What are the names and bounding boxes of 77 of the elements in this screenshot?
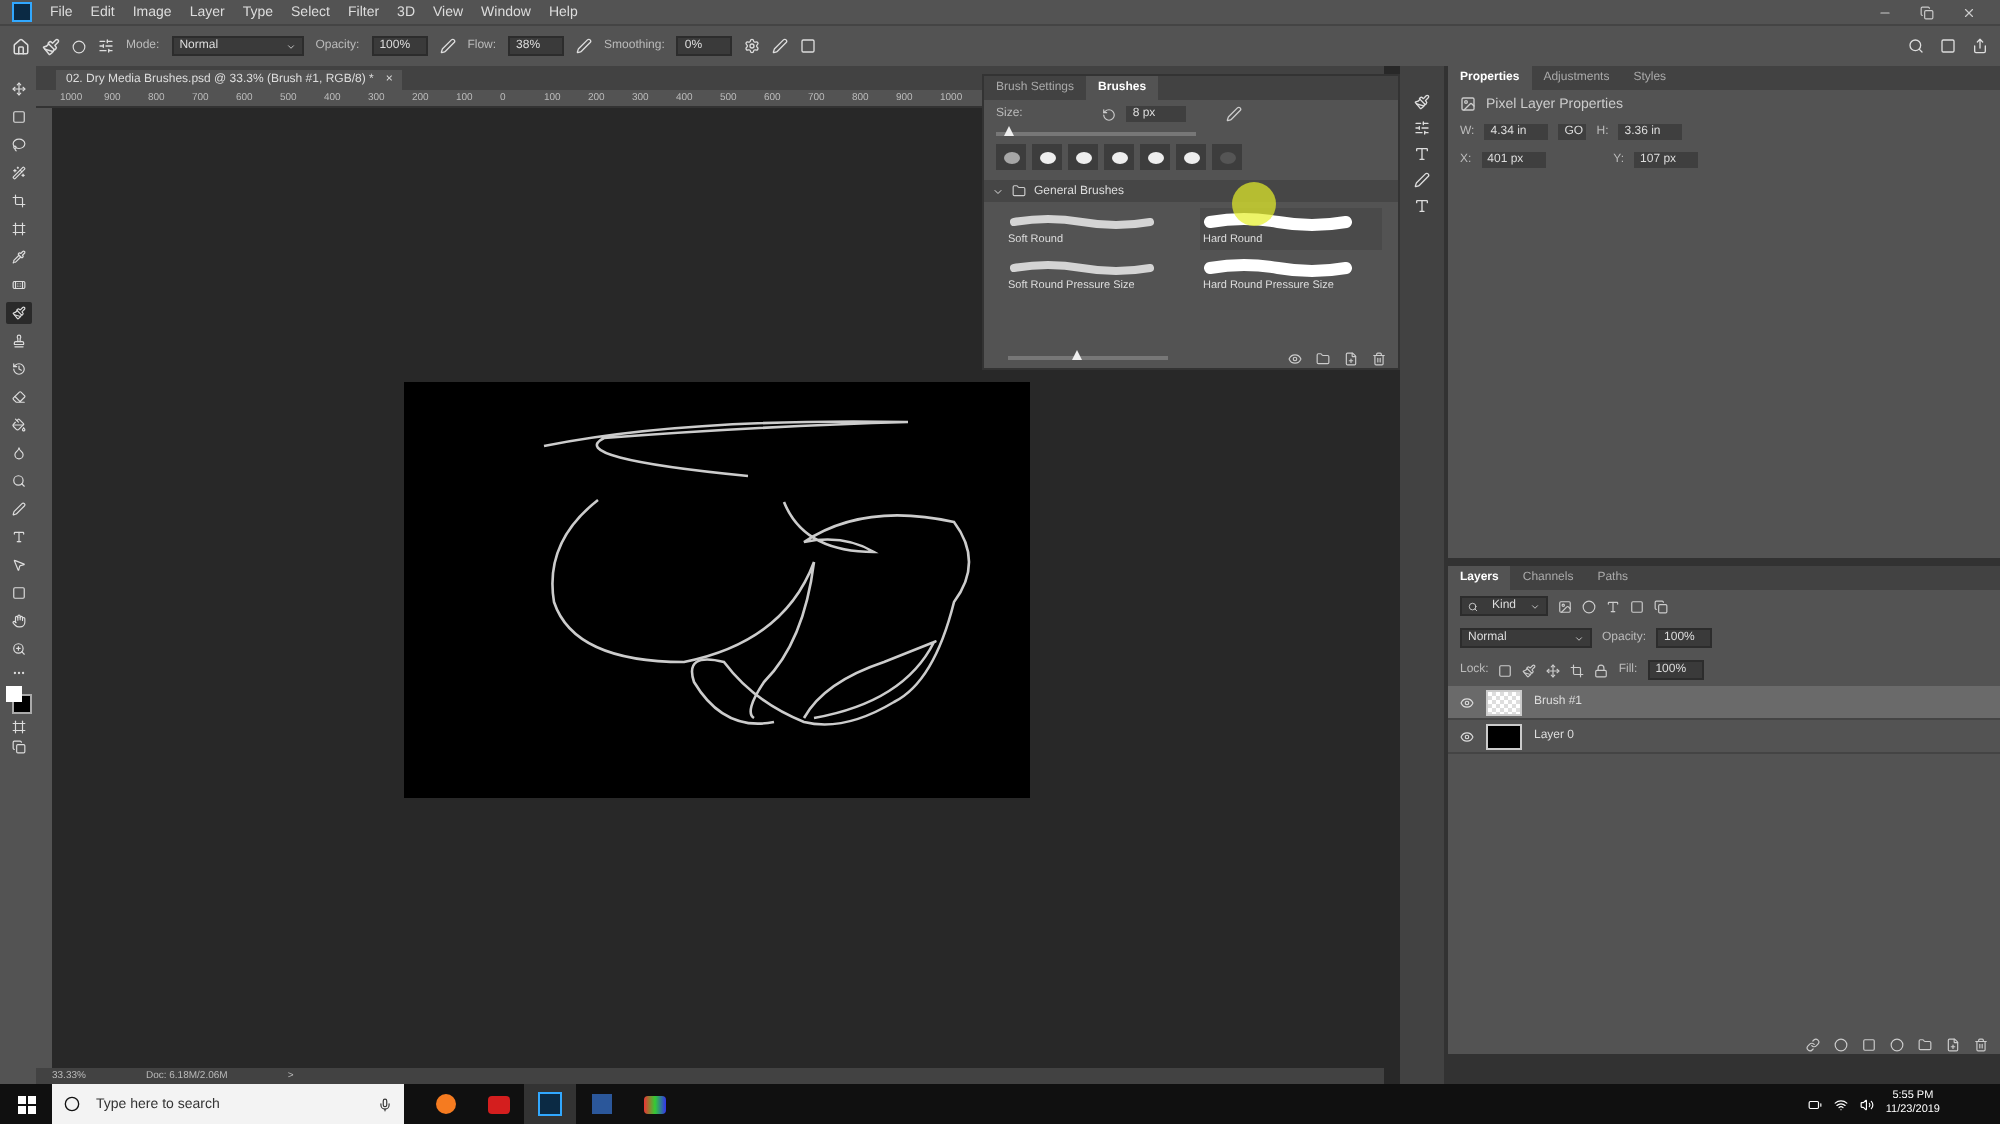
tool-button[interactable]: [5, 302, 31, 324]
stamp-icon: [11, 334, 25, 348]
link-icon: [1806, 1037, 1820, 1051]
brush-settings-icon[interactable]: [1414, 94, 1430, 110]
home-icon[interactable]: [12, 37, 30, 55]
lock-icon: [1594, 663, 1609, 677]
slider-thumb[interactable]: [1004, 126, 1014, 136]
caret-icon: [1574, 633, 1584, 643]
brush-icon[interactable]: [42, 37, 60, 55]
zoom-icon: [11, 642, 25, 656]
pointer-icon: [11, 558, 25, 572]
pixel-layer-icon: [1460, 96, 1476, 112]
character-icon[interactable]: [1414, 146, 1430, 162]
frame-icon: [11, 222, 25, 236]
lock-brush-icon: [1522, 663, 1537, 677]
lock-position-icon: [1546, 663, 1561, 677]
recent-brush-icon[interactable]: [996, 144, 1026, 170]
lasso-icon: [11, 138, 25, 152]
crop-icon: [11, 194, 25, 208]
recent-brush-icon[interactable]: [1032, 144, 1062, 170]
chevron-icon[interactable]: [992, 185, 1004, 197]
battery-icon: [1807, 1097, 1822, 1111]
eye-icon[interactable]: [1460, 695, 1474, 709]
move-icon: [11, 82, 25, 96]
brush-stroke-icon: [1203, 258, 1351, 278]
recent-brush-icon[interactable]: [1068, 144, 1098, 170]
new-layer-icon: [1946, 1037, 1960, 1051]
trash-icon: [1974, 1037, 1988, 1051]
color-swatch-icon[interactable]: [5, 686, 31, 714]
image-filter-icon: [1558, 599, 1572, 613]
restore-icon[interactable]: [1920, 5, 1934, 19]
close-icon[interactable]: [1962, 5, 1976, 19]
brush-icon: [11, 306, 25, 320]
brush-stroke-icon: [1008, 258, 1156, 278]
layer-thumbnail: [1486, 689, 1522, 715]
wand-icon: [11, 166, 25, 180]
shape-filter-icon: [1630, 599, 1644, 613]
reset-icon: [1102, 107, 1117, 121]
history-brush-icon: [11, 362, 25, 376]
taskbar-app-icon[interactable]: [524, 1084, 576, 1124]
search-icon: [1468, 601, 1478, 611]
recent-brush-icon[interactable]: [1104, 144, 1134, 170]
bucket-icon: [11, 418, 25, 432]
microphone-icon[interactable]: [378, 1097, 392, 1111]
recent-brush-icon[interactable]: [1140, 144, 1170, 170]
new-brush-icon: [1344, 351, 1358, 365]
type-icon: [11, 530, 25, 544]
network-icon: [1833, 1097, 1848, 1111]
windows-logo-icon: [17, 1095, 35, 1113]
bandage-icon: [11, 278, 25, 292]
layer-thumbnail: [1486, 723, 1522, 749]
settings-icon[interactable]: [744, 38, 761, 54]
brush-stroke-icon: [1203, 212, 1351, 232]
folder-icon: [1918, 1037, 1932, 1051]
drop-icon: [11, 446, 25, 460]
app-logo-icon: [12, 2, 32, 22]
eyedropper-icon: [11, 250, 25, 264]
folder-icon: [1316, 351, 1330, 365]
share-icon[interactable]: [1972, 38, 1988, 54]
eraser-icon: [11, 390, 25, 404]
caret-icon: [1529, 601, 1540, 611]
slider-thumb[interactable]: [1072, 350, 1082, 360]
search-ring-icon: [64, 1096, 80, 1112]
eye-icon[interactable]: [1460, 729, 1474, 743]
marquee-icon: [11, 110, 25, 124]
hand-icon: [11, 614, 25, 628]
rectangle-icon: [11, 586, 25, 600]
folder-icon: [1012, 184, 1026, 198]
pen-icon: [11, 502, 25, 516]
search-icon[interactable]: [1908, 38, 1924, 54]
trash-icon: [1372, 351, 1386, 365]
volume-icon: [1859, 1097, 1874, 1111]
more-icon[interactable]: [11, 666, 25, 680]
brush-stroke-icon: [1008, 212, 1156, 232]
recent-brush-icon[interactable]: [1176, 144, 1206, 170]
caret-icon: [285, 41, 296, 51]
type-filter-icon: [1606, 599, 1620, 613]
